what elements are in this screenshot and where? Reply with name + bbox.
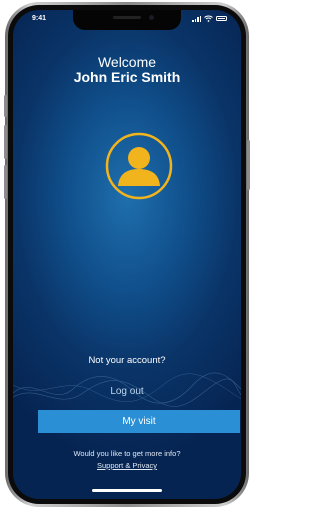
status-icons xyxy=(192,15,227,22)
more-info-text: Would you like to get more info? xyxy=(73,449,181,458)
notch xyxy=(73,10,181,30)
home-indicator[interactable] xyxy=(92,489,162,492)
my-visit-button[interactable]: My visit xyxy=(38,410,240,433)
app-screen: 9:41 Welcome John Eric Smith Not your ac… xyxy=(13,10,241,499)
battery-icon xyxy=(216,16,227,21)
not-your-account-text: Not your account? xyxy=(88,355,166,366)
welcome-text: Welcome xyxy=(97,54,157,70)
side-button xyxy=(4,95,7,117)
camera xyxy=(149,15,154,20)
side-button xyxy=(4,125,7,159)
speaker-grille xyxy=(113,16,141,19)
signal-icon xyxy=(192,15,201,22)
side-button xyxy=(247,140,250,190)
wifi-icon xyxy=(204,15,213,22)
user-name: John Eric Smith xyxy=(73,69,181,85)
user-avatar-icon xyxy=(105,132,173,200)
support-privacy-link[interactable]: Support & Privacy xyxy=(13,461,241,470)
side-button xyxy=(4,165,7,199)
status-time: 9:41 xyxy=(32,15,47,22)
logout-link[interactable]: Log out xyxy=(13,386,241,397)
